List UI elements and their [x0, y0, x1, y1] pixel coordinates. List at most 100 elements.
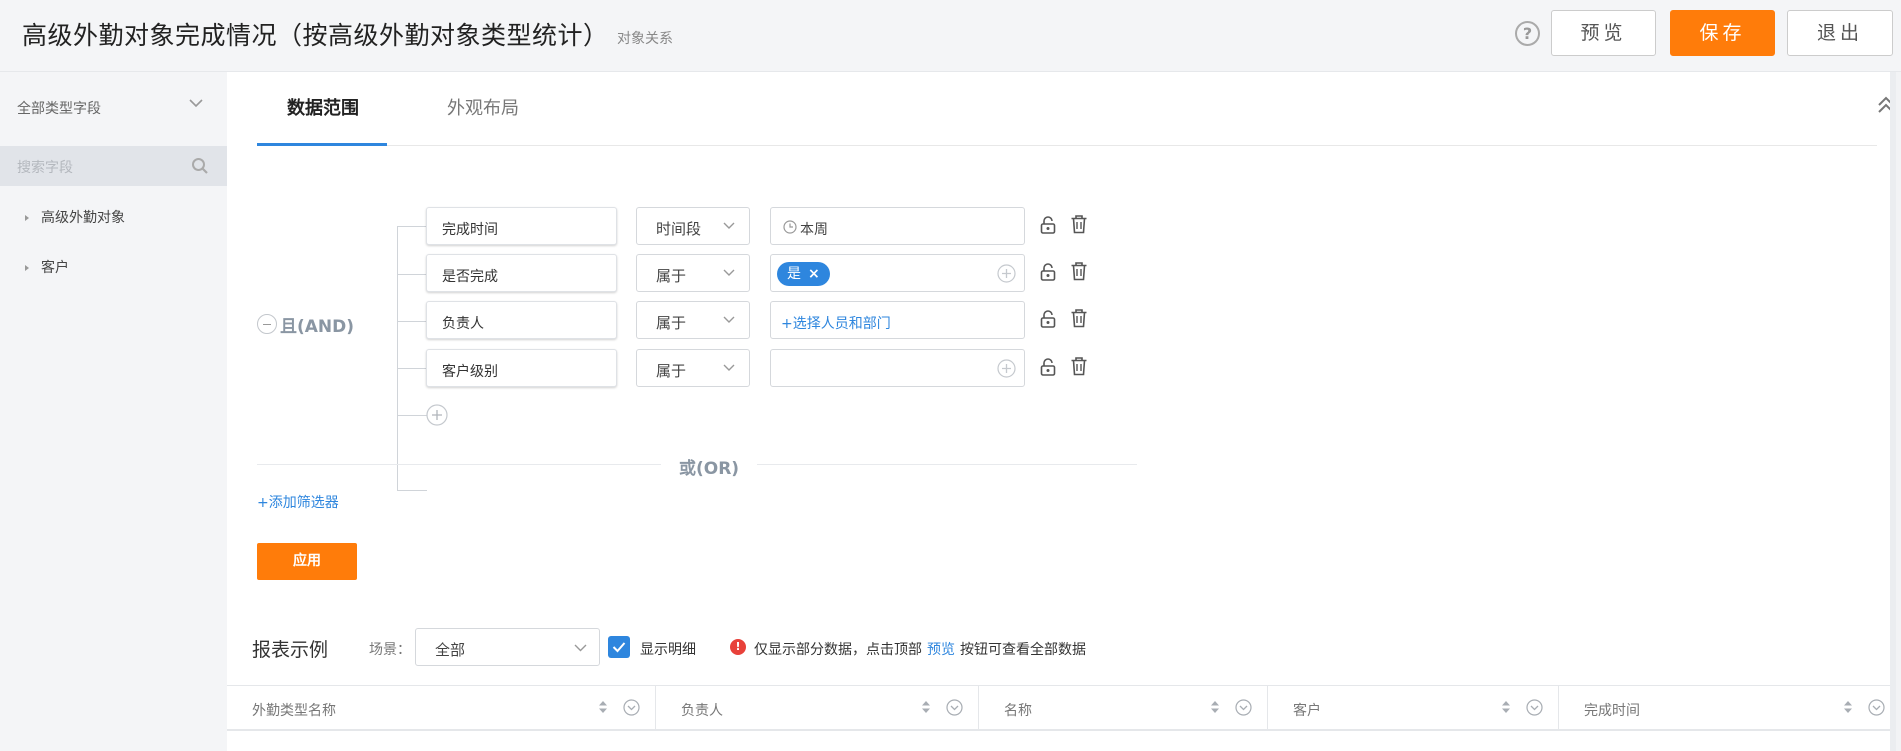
lock-icon[interactable] — [1039, 215, 1057, 235]
column-header[interactable]: 名称 — [979, 686, 1268, 730]
condition-field[interactable]: 客户级别 — [426, 349, 617, 387]
sort-icon[interactable] — [1210, 700, 1220, 714]
column-label: 客户 — [1293, 703, 1321, 719]
tab-data-range[interactable]: 数据范围 — [287, 94, 359, 120]
caret-right-icon — [25, 215, 29, 221]
warning-icon: ! — [730, 639, 746, 655]
condition-operator-select[interactable]: 时间段 — [636, 207, 750, 245]
chevron-down-icon — [574, 644, 587, 652]
lock-icon[interactable] — [1039, 262, 1057, 282]
chevron-down-icon — [723, 269, 735, 276]
condition-value: 本周 — [800, 222, 828, 238]
selected-tag[interactable]: 是 × — [777, 262, 830, 286]
trash-icon[interactable] — [1070, 356, 1088, 376]
column-label: 负责人 — [681, 703, 723, 719]
apply-button[interactable]: 应用 — [257, 543, 357, 580]
operator-label: 时间段 — [656, 220, 702, 238]
tab-layout[interactable]: 外观布局 — [447, 94, 519, 120]
operator-label: 属于 — [656, 314, 687, 332]
column-header[interactable]: 负责人 — [656, 686, 979, 730]
condition-value-input[interactable]: 是 × — [770, 254, 1025, 292]
close-icon[interactable]: × — [808, 266, 820, 282]
condition-field[interactable]: 负责人 — [426, 301, 617, 339]
column-menu-icon[interactable] — [946, 699, 963, 716]
page-subtitle: 对象关系 — [617, 31, 673, 47]
preview-button[interactable]: 预览 — [1551, 10, 1656, 56]
sort-icon[interactable] — [1501, 700, 1511, 714]
condition-value-input[interactable]: +选择人员和部门 — [770, 301, 1025, 339]
sidebar-item-label: 客户 — [41, 260, 69, 276]
clock-icon — [783, 220, 797, 234]
exit-button[interactable]: 退出 — [1787, 10, 1893, 56]
column-header[interactable]: 客户 — [1268, 686, 1559, 730]
notice-text: 按钮可查看全部数据 — [960, 642, 1086, 658]
scene-select[interactable]: 全部 — [415, 628, 600, 666]
scrollbar[interactable] — [1890, 72, 1896, 751]
table-header: 外勤类型名称 负责人 名称 客户 完成时间 — [227, 685, 1896, 731]
operator-label: 属于 — [656, 267, 687, 285]
bracket-tick — [397, 415, 427, 416]
column-menu-icon[interactable] — [1526, 699, 1543, 716]
collapse-group-icon[interactable] — [257, 314, 277, 334]
column-header[interactable]: 完成时间 — [1559, 686, 1896, 730]
sidebar: 全部类型字段 搜索字段 高级外勤对象 客户 — [0, 72, 227, 751]
trash-icon[interactable] — [1070, 261, 1088, 281]
scene-value: 全部 — [435, 641, 466, 659]
notice-preview-link[interactable]: 预览 — [927, 642, 955, 658]
sort-icon[interactable] — [1843, 700, 1853, 714]
condition-operator-select[interactable]: 属于 — [636, 254, 750, 292]
add-value-icon[interactable] — [997, 264, 1016, 283]
column-label: 外勤类型名称 — [252, 703, 336, 719]
select-people-link[interactable]: +选择人员和部门 — [781, 313, 891, 333]
operator-label: 属于 — [656, 362, 687, 380]
add-filter-link[interactable]: +添加筛选器 — [257, 492, 339, 512]
sort-icon[interactable] — [921, 700, 931, 714]
page-header: 高级外勤对象完成情况（按高级外勤对象类型统计） 对象关系 ? 预览 保存 退出 — [0, 0, 1901, 72]
page-title: 高级外勤对象完成情况（按高级外勤对象类型统计） — [22, 21, 609, 50]
condition-field[interactable]: 是否完成 — [426, 254, 617, 292]
column-header[interactable]: 外勤类型名称 — [227, 686, 656, 730]
condition-field[interactable]: 完成时间 — [426, 207, 617, 245]
condition-operator-select[interactable]: 属于 — [636, 349, 750, 387]
chevron-down-icon — [723, 316, 735, 323]
condition-value-input[interactable] — [770, 349, 1025, 387]
search-field[interactable]: 搜索字段 — [0, 146, 227, 186]
chevron-down-icon[interactable] — [187, 94, 205, 112]
bracket-tick — [397, 226, 427, 227]
trash-icon[interactable] — [1070, 308, 1088, 328]
active-tab-indicator — [257, 143, 387, 146]
tab-bar: 数据范围 外观布局 — [257, 72, 1894, 146]
and-operator-label: 且(AND) — [280, 317, 355, 337]
report-preview: 报表示例 场景： 全部 显示明细 ! 仅显示部分数据，点击顶部 预览 按钮可查看全部… — [227, 612, 1896, 751]
add-value-icon[interactable] — [997, 359, 1016, 378]
add-condition-icon[interactable] — [426, 404, 448, 426]
or-operator-label: 或(OR) — [661, 454, 758, 479]
save-button[interactable]: 保存 — [1670, 10, 1775, 56]
condition-value-input[interactable]: 本周 — [770, 207, 1025, 245]
sidebar-item-label: 高级外勤对象 — [41, 210, 125, 226]
column-menu-icon[interactable] — [1235, 699, 1252, 716]
sidebar-item-customer[interactable]: 客户 — [25, 257, 69, 277]
lock-icon[interactable] — [1039, 357, 1057, 377]
filter-panel: 数据范围 外观布局 且(AND) 完成时间 时间段 本周 是否完成 属于 是 × … — [227, 72, 1896, 612]
chevron-down-icon — [723, 364, 735, 371]
column-menu-icon[interactable] — [623, 699, 640, 716]
bracket-tick — [397, 368, 427, 369]
search-icon[interactable] — [191, 157, 209, 175]
show-detail-checkbox[interactable] — [608, 636, 630, 658]
condition-operator-select[interactable]: 属于 — [636, 301, 750, 339]
sort-icon[interactable] — [598, 700, 608, 714]
bracket-tick — [397, 490, 427, 491]
show-detail-label: 显示明细 — [640, 642, 696, 658]
lock-icon[interactable] — [1039, 309, 1057, 329]
preview-notice: 仅显示部分数据，点击顶部 预览 按钮可查看全部数据 — [754, 639, 1086, 659]
scene-label: 场景： — [369, 642, 411, 658]
field-type-select[interactable]: 全部类型字段 — [17, 98, 101, 118]
bracket-tick — [397, 321, 427, 322]
sidebar-item-field-object[interactable]: 高级外勤对象 — [25, 207, 125, 227]
column-menu-icon[interactable] — [1868, 699, 1885, 716]
chevron-down-icon — [723, 222, 735, 229]
help-icon[interactable]: ? — [1515, 21, 1540, 46]
trash-icon[interactable] — [1070, 214, 1088, 234]
report-title: 报表示例 — [252, 639, 329, 661]
